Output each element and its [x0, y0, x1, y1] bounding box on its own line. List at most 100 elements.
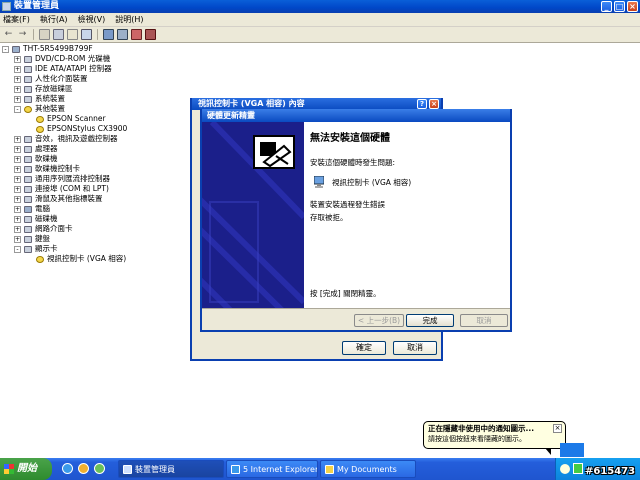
tree-item[interactable]: + IDE ATA/ATAPI 控制器	[2, 64, 188, 74]
ie-quicklaunch-icon[interactable]	[62, 463, 73, 474]
tree-item[interactable]: + 系統裝置	[2, 94, 188, 104]
expand-icon[interactable]: +	[14, 225, 21, 233]
taskbar-device-manager[interactable]: 裝置管理員	[118, 460, 224, 478]
finish-instruction: 按 [完成] 關閉精靈。	[310, 289, 381, 298]
tree-item[interactable]: + 磁碟機	[2, 214, 188, 224]
ok-button[interactable]: 確定	[342, 341, 386, 355]
tree-item-label: 通用序列匯流排控制器	[35, 174, 110, 183]
maximize-button[interactable]: □	[614, 1, 625, 12]
expand-icon[interactable]: +	[14, 175, 21, 183]
tree-item[interactable]: + 處理器	[2, 144, 188, 154]
expand-icon[interactable]: +	[14, 205, 21, 213]
device-manager-icon	[2, 2, 11, 11]
security-tray-icon[interactable]	[573, 463, 583, 474]
scan-hardware-icon[interactable]	[103, 29, 114, 40]
back-button[interactable]: < 上一步(B)	[354, 314, 404, 327]
tree-item[interactable]: + 通用序列匯流排控制器	[2, 174, 188, 184]
expand-icon[interactable]: +	[14, 135, 21, 143]
update-driver-icon[interactable]	[117, 29, 128, 40]
hardware-box-icon	[253, 135, 295, 169]
finish-button[interactable]: 完成	[406, 314, 454, 327]
start-label: 開始	[17, 463, 37, 474]
tree-item-label: 存放磁碟區	[35, 84, 73, 93]
tree-item[interactable]: - 顯示卡	[2, 244, 188, 254]
collapse-icon[interactable]: -	[14, 245, 21, 253]
uninstall-device-icon[interactable]	[145, 29, 156, 40]
taskbar-internet-explorer[interactable]: 5 Internet Explorer	[226, 460, 318, 478]
expand-icon[interactable]: +	[14, 155, 21, 163]
console-tree-icon[interactable]	[39, 29, 50, 40]
collapse-icon[interactable]: -	[14, 105, 21, 113]
tray-icon[interactable]	[560, 464, 570, 474]
minimize-button[interactable]: _	[601, 1, 612, 12]
desktop: { "window": { "title": "裝置管理員", "menus":…	[0, 0, 640, 480]
hid-icon	[24, 75, 32, 83]
tree-item[interactable]: - 其他裝置	[2, 104, 188, 114]
toolbar: ← →	[0, 27, 640, 43]
expand-icon[interactable]: +	[14, 75, 21, 83]
expand-icon[interactable]: +	[14, 55, 21, 63]
desktop-quicklaunch-icon[interactable]	[94, 463, 105, 474]
tree-item[interactable]: + 連接埠 (COM 和 LPT)	[2, 184, 188, 194]
expand-icon[interactable]: +	[14, 165, 21, 173]
help-button[interactable]: ?	[417, 99, 427, 109]
tree-item[interactable]: 視訊控制卡 (VGA 相容)	[2, 254, 188, 264]
tree-item[interactable]: EPSONStylus CX3900	[2, 124, 188, 134]
tree-item[interactable]: + 軟碟機控制卡	[2, 164, 188, 174]
expand-icon[interactable]: +	[14, 185, 21, 193]
tree-item-label: IDE ATA/ATAPI 控制器	[35, 64, 112, 73]
tree-item[interactable]: + 網路介面卡	[2, 224, 188, 234]
taskbar-label: 裝置管理員	[135, 465, 175, 474]
properties-cancel-button[interactable]: 取消	[393, 341, 437, 355]
back-arrow-icon[interactable]: ←	[3, 29, 14, 40]
tree-item[interactable]: + 音效，視訊及遊戲控制器	[2, 134, 188, 144]
properties-close-button[interactable]: ×	[429, 99, 439, 109]
forward-arrow-icon[interactable]: →	[17, 29, 28, 40]
tree-item[interactable]: + 鍵盤	[2, 234, 188, 244]
close-button[interactable]: ×	[627, 1, 638, 12]
properties-icon[interactable]	[53, 29, 64, 40]
show-hidden-icons-button[interactable]	[560, 443, 584, 457]
print-icon[interactable]	[67, 29, 78, 40]
tree-item[interactable]: + DVD/CD-ROM 光碟機	[2, 54, 188, 64]
balloon-body: 請按這個按鈕來看隱藏的圖示。	[428, 435, 526, 443]
balloon-close-icon[interactable]: ×	[553, 424, 562, 433]
wizard-title: 硬體更新精靈	[202, 109, 510, 122]
floppy-controller-icon	[24, 165, 32, 173]
tree-item-label: 音效，視訊及遊戲控制器	[35, 134, 118, 143]
tree-item-label: 系統裝置	[35, 94, 65, 103]
menu-file[interactable]: 檔案(F)	[3, 14, 30, 25]
help-topics-icon[interactable]	[81, 29, 92, 40]
device-name: 視訊控制卡 (VGA 相容)	[332, 177, 412, 187]
tree-item-label: 軟碟機	[35, 154, 58, 163]
tree-item-label: 鍵盤	[35, 234, 50, 243]
tree-item[interactable]: + 電腦	[2, 204, 188, 214]
ide-controller-icon	[24, 65, 32, 73]
computer-icon	[24, 205, 32, 213]
expand-icon[interactable]: +	[14, 215, 21, 223]
menu-view[interactable]: 檢視(V)	[78, 14, 106, 25]
collapse-icon[interactable]: -	[2, 45, 9, 53]
expand-icon[interactable]: +	[14, 195, 21, 203]
expand-icon[interactable]: +	[14, 95, 21, 103]
expand-icon[interactable]: +	[14, 235, 21, 243]
wizard-cancel-button[interactable]: 取消	[460, 314, 508, 327]
notification-balloon: 正在隱藏非使用中的通知圖示... 請按這個按鈕來看隱藏的圖示。 ×	[423, 421, 566, 455]
windows-flag-icon	[4, 464, 14, 474]
start-button[interactable]: 開始	[0, 458, 52, 480]
tree-item[interactable]: + 軟碟機	[2, 154, 188, 164]
tree-item[interactable]: - THT-5R5499B799F	[2, 44, 188, 54]
tree-item[interactable]: + 人性化介面裝置	[2, 74, 188, 84]
tree-item[interactable]: + 滑鼠及其他指標裝置	[2, 194, 188, 204]
expand-icon[interactable]: +	[14, 145, 21, 153]
taskbar-my-documents[interactable]: My Documents	[320, 460, 416, 478]
tree-item[interactable]: + 存放磁碟區	[2, 84, 188, 94]
tree-item[interactable]: EPSON Scanner	[2, 114, 188, 124]
menu-help[interactable]: 說明(H)	[115, 14, 143, 25]
disable-device-icon[interactable]	[131, 29, 142, 40]
media-quicklaunch-icon[interactable]	[78, 463, 89, 474]
menu-action[interactable]: 執行(A)	[40, 14, 68, 25]
expand-icon[interactable]: +	[14, 65, 21, 73]
expand-icon[interactable]: +	[14, 85, 21, 93]
